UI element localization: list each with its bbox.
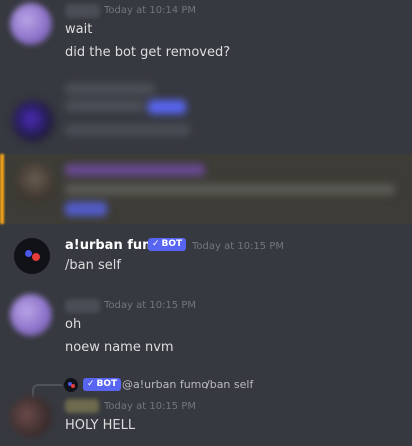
- message-text: did the bot get removed?: [65, 45, 231, 60]
- username-blurred: [65, 299, 100, 313]
- avatar-dot-red: [71, 384, 75, 388]
- blurred-text: [65, 184, 395, 195]
- username-blurred: [65, 4, 100, 18]
- message-text: wait: [65, 22, 93, 37]
- avatar-dot-red: [32, 253, 40, 261]
- bot-badge: ✓ BOT: [83, 378, 122, 391]
- timestamp: Today at 10:15 PM: [104, 401, 196, 412]
- message-text: noew name nvm: [65, 340, 174, 355]
- blurred-text: [65, 124, 190, 136]
- message-text: oh: [65, 317, 82, 332]
- message-2-blurred: [0, 80, 412, 150]
- bot-badge: ✓ BOT: [148, 238, 187, 251]
- check-icon: ✓: [152, 239, 160, 249]
- blurred-text: [65, 100, 145, 112]
- timestamp: Today at 10:14 PM: [104, 5, 196, 16]
- message-text: /ban self: [65, 258, 121, 273]
- reply-bot-avatar: [64, 378, 78, 392]
- reply-text: /ban self: [206, 378, 254, 391]
- timestamp: Today at 10:15 PM: [192, 241, 284, 252]
- user-avatar[interactable]: [10, 396, 52, 438]
- blurred-badge: [65, 202, 107, 216]
- blurred-badge: [148, 100, 186, 114]
- timestamp: Today at 10:15 PM: [104, 300, 196, 311]
- user-avatar[interactable]: [10, 294, 52, 336]
- blurred-header: [65, 164, 205, 176]
- check-icon: ✓: [87, 379, 95, 389]
- bot-avatar[interactable]: [14, 238, 50, 274]
- blurred-header: [65, 83, 155, 95]
- user-avatar: [12, 100, 54, 142]
- message-3-highlighted: [0, 154, 412, 224]
- user-avatar[interactable]: [10, 3, 52, 45]
- reply-username[interactable]: @a!urban fumo: [122, 378, 208, 391]
- username-blurred: [65, 399, 99, 413]
- blurred-content: [0, 154, 412, 224]
- message-text: HOLY HELL: [65, 418, 136, 433]
- avatar-dot-blue: [25, 250, 32, 257]
- reply-preview[interactable]: ✓ BOT @a!urban fumo /ban self: [64, 377, 264, 393]
- user-avatar: [14, 162, 56, 204]
